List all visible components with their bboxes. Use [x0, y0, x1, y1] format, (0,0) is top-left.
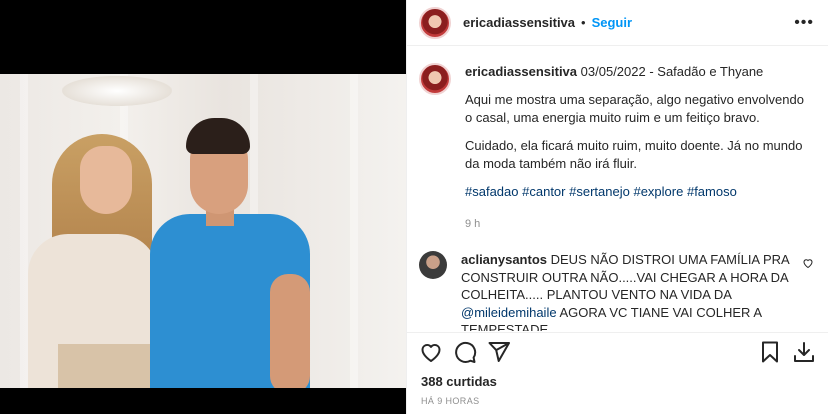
comment-item: aclianysantos DEUS NÃO DISTROI UMA FAMÍL… [419, 251, 816, 331]
caption-paragraph-1: Aqui me mostra uma separação, algo negat… [465, 92, 804, 125]
avatar[interactable] [419, 6, 451, 39]
chandelier [62, 76, 172, 106]
caption-username[interactable]: ericadiassensitiva [465, 64, 577, 79]
comment-avatar[interactable] [419, 251, 447, 279]
post-media [0, 0, 406, 414]
comments-section[interactable]: ericadiassensitiva 03/05/2022 - Safadão … [407, 47, 828, 331]
man-hair [186, 118, 250, 154]
comment-icon[interactable] [453, 340, 477, 364]
share-icon[interactable] [487, 340, 511, 364]
caption-avatar[interactable] [419, 63, 451, 95]
caption-headline-line: ericadiassensitiva 03/05/2022 - Safadão … [465, 63, 805, 81]
bookmark-icon[interactable] [758, 340, 782, 364]
instagram-post: ericadiassensitiva • Seguir ••• ericadia… [0, 0, 828, 414]
comment-mention[interactable]: @mileidemihaile [461, 305, 557, 320]
caption-headline: 03/05/2022 - Safadão e Thyane [580, 64, 764, 79]
post-caption: ericadiassensitiva 03/05/2022 - Safadão … [419, 63, 816, 233]
woman-skirt [58, 344, 158, 388]
hashtag-link[interactable]: #cantor [522, 184, 565, 199]
more-options-icon[interactable]: ••• [794, 14, 814, 32]
download-icon[interactable] [792, 340, 816, 364]
comment-username[interactable]: aclianysantos [461, 252, 547, 267]
header-username[interactable]: ericadiassensitiva [463, 15, 575, 30]
curtain-fold [20, 74, 28, 388]
comment-body: aclianysantos DEUS NÃO DISTROI UMA FAMÍL… [461, 251, 791, 331]
post-header: ericadiassensitiva • Seguir ••• [407, 0, 828, 46]
hashtag-link[interactable]: #sertanejo [569, 184, 630, 199]
caption-body: ericadiassensitiva 03/05/2022 - Safadão … [465, 63, 805, 233]
separator-dot: • [581, 15, 586, 30]
caption-hashtags: #safadao #cantor #sertanejo #explore #fa… [465, 183, 805, 201]
like-comment-icon[interactable] [802, 257, 814, 269]
heart-icon[interactable] [419, 340, 443, 364]
caption-paragraph-2: Cuidado, ela ficará muito ruim, muito do… [465, 138, 803, 171]
post-photo[interactable] [0, 74, 406, 388]
caption-timestamp[interactable]: 9 h [465, 215, 805, 233]
follow-button[interactable]: Seguir [592, 15, 632, 30]
hashtag-link[interactable]: #safadao [465, 184, 519, 199]
post-side-panel: ericadiassensitiva • Seguir ••• ericadia… [406, 0, 828, 414]
woman-face [80, 146, 132, 214]
hashtag-link[interactable]: #explore [633, 184, 683, 199]
hashtag-link[interactable]: #famoso [687, 184, 737, 199]
post-timestamp[interactable]: HÁ 9 HORAS [421, 396, 480, 406]
likes-count[interactable]: 388 curtidas [421, 374, 497, 389]
man-arm [270, 274, 310, 388]
action-bar [407, 332, 828, 370]
curtain-fold [350, 74, 358, 388]
